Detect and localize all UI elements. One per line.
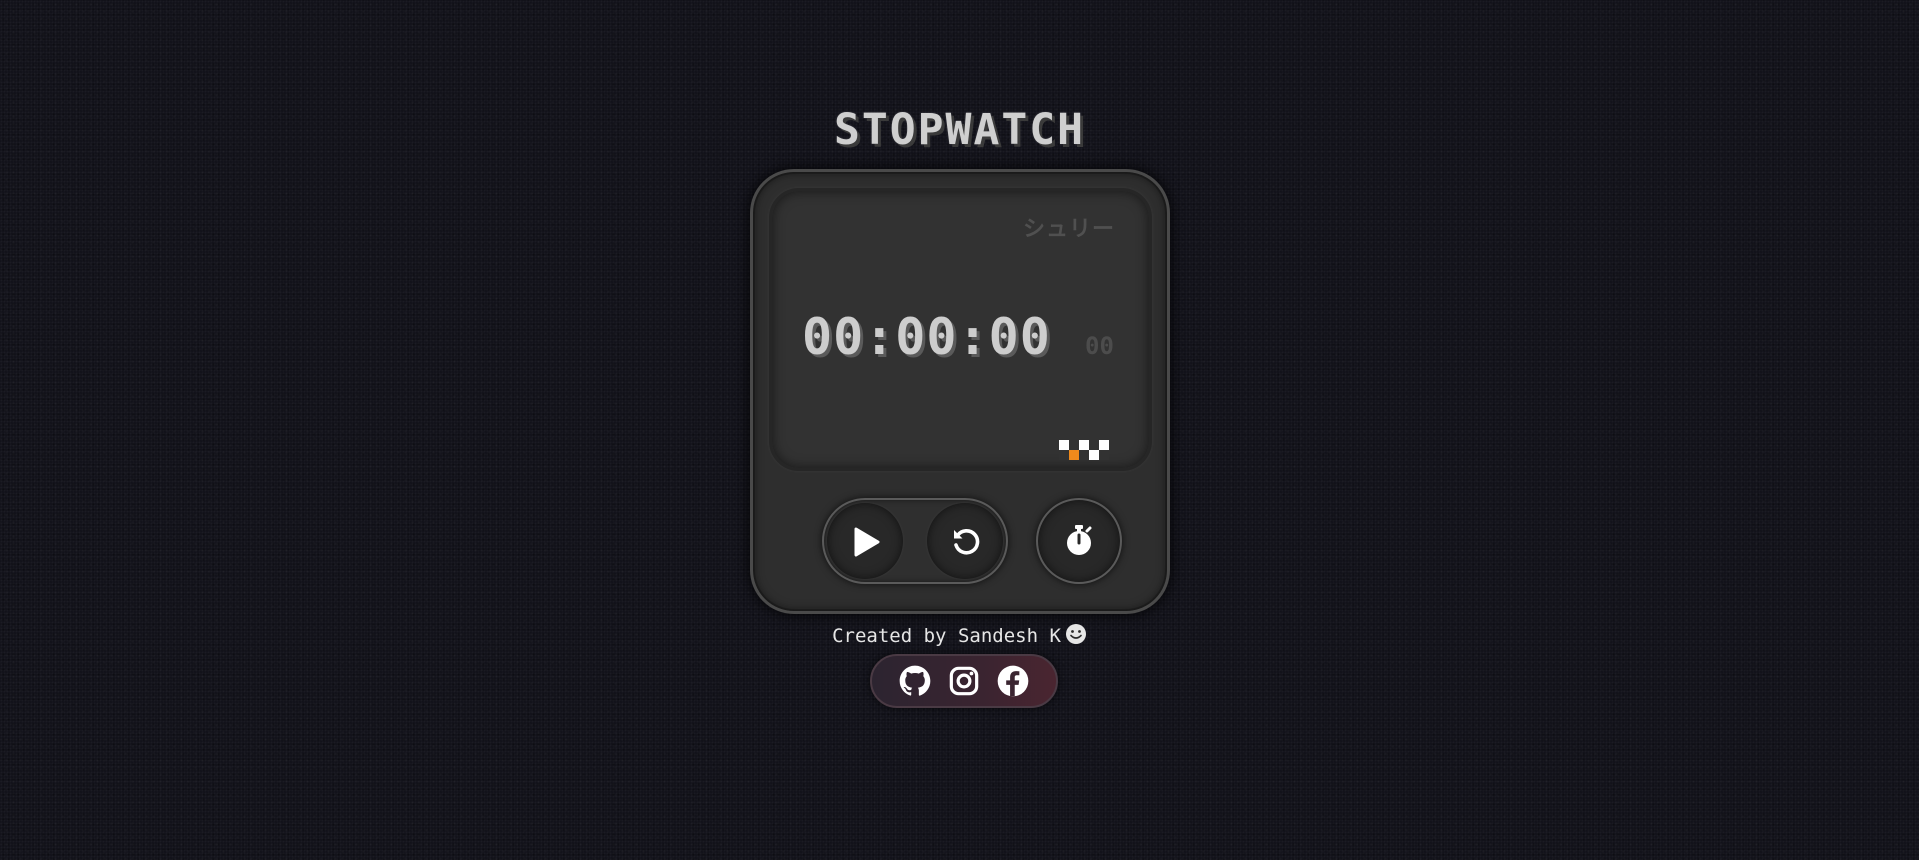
checker-flag-icon: [1059, 440, 1109, 460]
github-icon[interactable]: [899, 665, 931, 697]
credit-text: Created by Sandesh K: [832, 625, 1061, 647]
time-display: 00:00:00: [802, 308, 1051, 366]
app-title: STOPWATCH: [834, 105, 1085, 155]
milliseconds-display: 00: [1085, 332, 1114, 360]
play-icon: [854, 527, 880, 557]
smiley-icon: [1065, 624, 1086, 644]
stopwatch-screen: シュリー 00:00:00 00: [769, 188, 1152, 471]
lap-button[interactable]: [1036, 498, 1122, 584]
reset-icon: [954, 529, 980, 555]
credit-line: Created by Sandesh K: [0, 623, 1919, 648]
stopwatch-icon: [1067, 525, 1092, 555]
facebook-icon[interactable]: [997, 665, 1029, 697]
instagram-icon[interactable]: [948, 665, 980, 697]
reset-button[interactable]: [927, 503, 1003, 579]
social-links-bar: [870, 654, 1058, 708]
play-button[interactable]: [827, 503, 903, 579]
brand-label: シュリー: [1022, 217, 1115, 242]
controls-group: [822, 498, 1008, 584]
stopwatch-device: シュリー 00:00:00 00: [750, 169, 1170, 614]
